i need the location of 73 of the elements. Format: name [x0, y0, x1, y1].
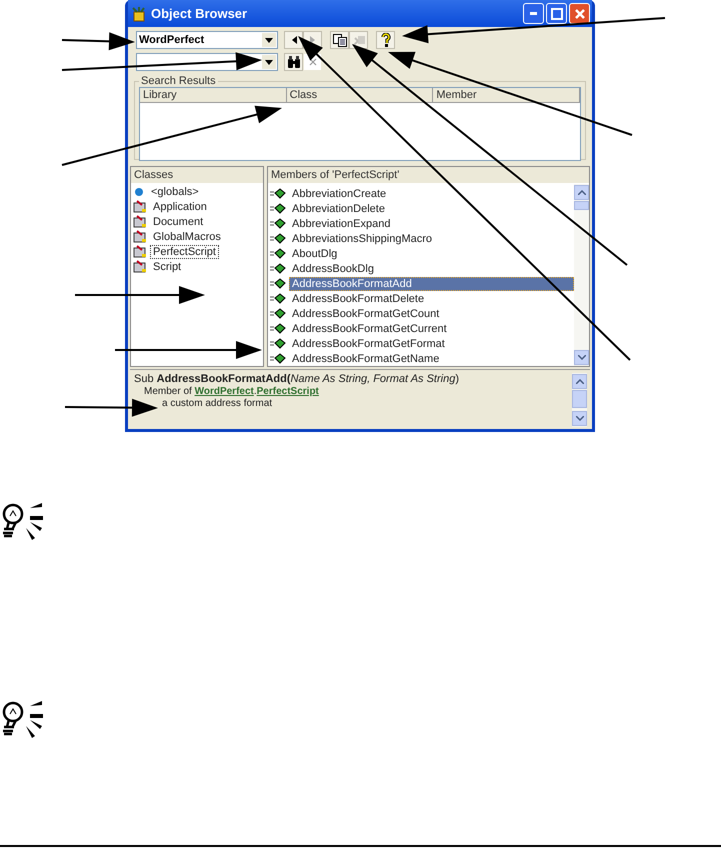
class-item[interactable]: Script: [131, 259, 263, 274]
method-icon: [270, 263, 286, 274]
copy-button[interactable]: [330, 31, 349, 49]
member-item[interactable]: AddressBookFormatGetFormat: [268, 336, 574, 351]
scrollbar[interactable]: [572, 373, 587, 427]
class-item[interactable]: <globals>: [131, 184, 263, 199]
column-header[interactable]: Library: [140, 88, 287, 103]
method-icon: [270, 203, 286, 214]
library-link[interactable]: WordPerfect: [194, 386, 254, 397]
member-item[interactable]: AddressBookFormatDelete: [268, 291, 574, 306]
method-icon: [270, 188, 286, 199]
member-item[interactable]: AbbreviationsShippingMacro: [268, 231, 574, 246]
method-icon: [270, 248, 286, 259]
copy-icon: [332, 34, 346, 46]
help-button[interactable]: [376, 31, 395, 49]
method-icon: [270, 323, 286, 334]
member-description: a custom address format: [161, 398, 274, 409]
library-dropdown[interactable]: WordPerfect: [136, 31, 278, 49]
class-icon: [133, 245, 147, 258]
class-icon: [133, 215, 147, 228]
column-header[interactable]: Member: [433, 88, 580, 103]
member-signature: Sub AddressBookFormatAdd(Name As String, Format As String): [134, 373, 460, 385]
close-button[interactable]: [569, 3, 590, 24]
maximize-icon: [550, 8, 562, 20]
member-item[interactable]: AddressBookDlg: [268, 261, 574, 276]
group-title: Search Results: [140, 75, 217, 87]
scrollbar[interactable]: [574, 184, 589, 366]
find-button[interactable]: [284, 53, 303, 71]
member-item[interactable]: AbbreviationExpand: [268, 216, 574, 231]
member-item[interactable]: AbbreviationCreate: [268, 186, 574, 201]
binoculars-icon: [286, 56, 300, 68]
class-item[interactable]: PerfectScript: [131, 244, 263, 259]
member-item[interactable]: AddressBookFormatGetCount: [268, 306, 574, 321]
class-icon: [133, 260, 147, 273]
back-button[interactable]: [284, 31, 303, 49]
member-item[interactable]: AddressBookFormatGetName: [268, 351, 574, 366]
scrollbar-thumb[interactable]: [572, 390, 587, 408]
class-icon: [133, 230, 147, 243]
method-icon: [270, 218, 286, 229]
minimize-icon: [530, 12, 537, 15]
class-icon: [133, 200, 147, 213]
dropdown-arrow-icon: [265, 60, 273, 64]
window-title: Object Browser: [151, 6, 248, 21]
class-item[interactable]: Document: [131, 214, 263, 229]
dot-icon: [133, 186, 145, 198]
pane-header: Members of 'PerfectScript': [268, 167, 589, 184]
member-item[interactable]: AbbreviationDelete: [268, 201, 574, 216]
pane-header: Classes: [131, 167, 263, 184]
member-of-label: Member of: [144, 386, 192, 397]
method-icon: [270, 278, 286, 289]
class-link[interactable]: PerfectScript: [256, 386, 319, 397]
lightbulb-icon: [0, 502, 46, 542]
class-item[interactable]: GlobalMacros: [131, 229, 263, 244]
member-item[interactable]: AddressBookFormatGetCurrent: [268, 321, 574, 336]
method-icon: [270, 338, 286, 349]
minimize-button[interactable]: [523, 3, 544, 24]
method-icon: [270, 233, 286, 244]
member-item[interactable]: AboutDlg: [268, 246, 574, 261]
definition-icon: [352, 34, 366, 46]
method-icon: [270, 308, 286, 319]
method-icon: [270, 293, 286, 304]
method-icon: [270, 353, 286, 364]
dropdown-arrow-icon: [265, 38, 273, 42]
separator-dot: .: [254, 386, 257, 397]
close-icon: [308, 58, 316, 66]
app-icon: [131, 6, 147, 22]
maximize-button[interactable]: [546, 3, 567, 24]
column-header[interactable]: Class: [286, 88, 434, 103]
scrollbar-thumb[interactable]: [574, 201, 589, 210]
class-item[interactable]: Application: [131, 199, 263, 214]
lightbulb-icon: [0, 700, 46, 740]
close-icon: [574, 8, 586, 20]
question-mark-icon: [380, 33, 390, 47]
